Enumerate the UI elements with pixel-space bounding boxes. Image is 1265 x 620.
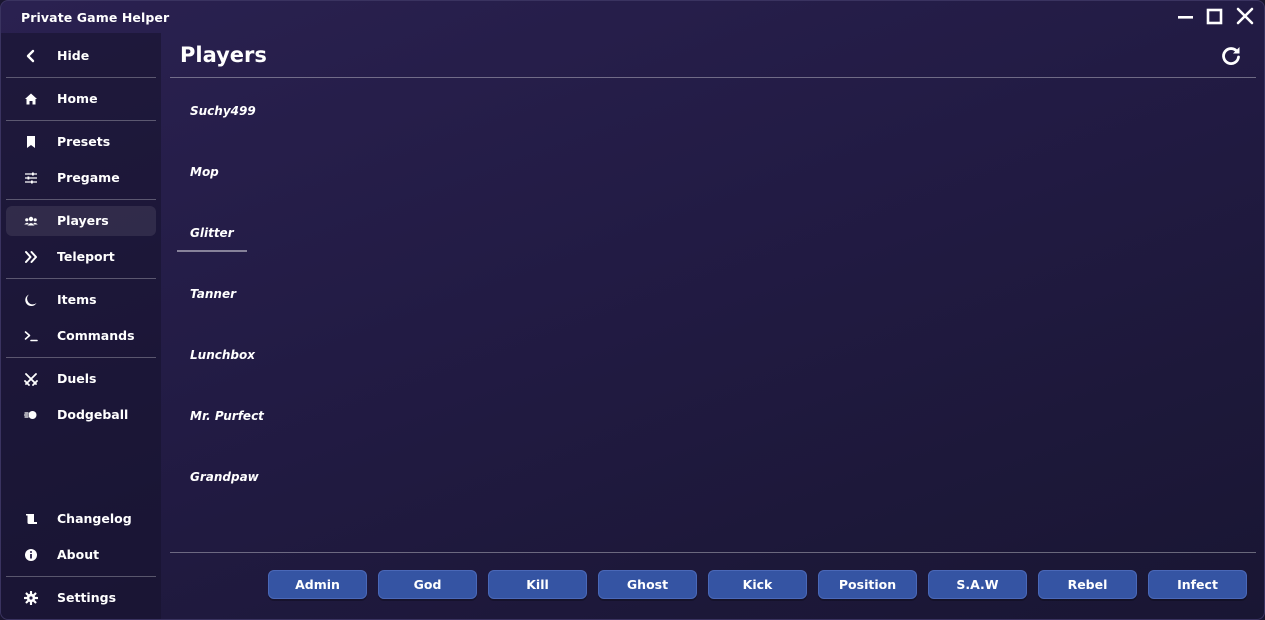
scroll-icon	[26, 514, 37, 524]
sidebar-item-label: Players	[57, 213, 109, 228]
app-window: Private Game Helper Hide Home Presets Pr…	[0, 0, 1265, 620]
sidebar-item-label: Presets	[57, 134, 111, 149]
sidebar-divider	[6, 576, 156, 577]
player-item[interactable]: Mr. Purfect	[190, 409, 264, 423]
sidebar-item-label: Changelog	[57, 511, 132, 526]
kill-button[interactable]: Kill	[488, 570, 587, 599]
player-item[interactable]: Lunchbox	[190, 348, 255, 362]
sidebar-item-about[interactable]: About	[6, 540, 156, 570]
sidebar-divider	[6, 120, 156, 121]
sidebar: Hide Home Presets Pregame Players Telepo…	[1, 33, 161, 619]
home-icon	[25, 93, 37, 105]
sidebar-item-pregame[interactable]: Pregame	[6, 163, 156, 193]
ball-icon	[24, 411, 37, 419]
terminal-icon	[24, 331, 38, 342]
position-button[interactable]: Position	[818, 570, 917, 599]
sidebar-item-commands[interactable]: Commands	[6, 321, 156, 351]
god-button[interactable]: God	[378, 570, 477, 599]
info-icon	[25, 549, 37, 561]
sidebar-divider	[6, 278, 156, 279]
selected-player-indicator	[177, 250, 247, 252]
sidebar-item-dodgeball[interactable]: Dodgeball	[6, 400, 156, 430]
rebel-button[interactable]: Rebel	[1038, 570, 1137, 599]
sidebar-divider	[6, 77, 156, 78]
footer-divider	[170, 552, 1256, 553]
sidebar-item-label: Dodgeball	[57, 407, 129, 422]
sidebar-item-items[interactable]: Items	[6, 285, 156, 315]
app-title: Private Game Helper	[21, 10, 170, 25]
sidebar-item-label: Commands	[57, 328, 135, 343]
sliders-icon	[25, 172, 37, 184]
sidebar-item-label: Teleport	[57, 249, 115, 264]
close-icon	[1236, 7, 1254, 25]
saw-button[interactable]: S.A.W	[928, 570, 1027, 599]
sidebar-item-settings[interactable]: Settings	[6, 583, 156, 613]
infect-button[interactable]: Infect	[1148, 570, 1247, 599]
refresh-button[interactable]	[1220, 45, 1242, 67]
crossed-swords-icon	[24, 373, 38, 386]
sidebar-item-presets[interactable]: Presets	[6, 127, 156, 157]
gear-icon	[24, 591, 38, 605]
sidebar-item-label: Items	[57, 292, 97, 307]
close-button[interactable]	[1234, 7, 1256, 27]
player-item[interactable]: Mop	[190, 165, 219, 179]
player-item[interactable]: Suchy499	[190, 104, 256, 118]
sidebar-item-label: Pregame	[57, 170, 120, 185]
minimize-button[interactable]	[1175, 7, 1197, 27]
maximize-button[interactable]	[1204, 7, 1226, 27]
sidebar-item-label: Duels	[57, 371, 97, 386]
bookmark-icon	[27, 136, 35, 148]
title-bar[interactable]: Private Game Helper	[1, 1, 1264, 33]
refresh-icon	[1222, 47, 1240, 65]
sidebar-item-changelog[interactable]: Changelog	[6, 504, 156, 534]
ghost-button[interactable]: Ghost	[598, 570, 697, 599]
moon-icon	[25, 294, 37, 307]
chevron-left-icon	[26, 49, 35, 63]
sidebar-item-duels[interactable]: Duels	[6, 364, 156, 394]
double-chevron-right-icon	[25, 251, 37, 263]
admin-button[interactable]: Admin	[268, 570, 367, 599]
sidebar-item-home[interactable]: Home	[6, 84, 156, 114]
sidebar-item-teleport[interactable]: Teleport	[6, 242, 156, 272]
sidebar-divider	[6, 357, 156, 358]
header-divider	[170, 77, 1256, 78]
player-item[interactable]: Grandpaw	[190, 470, 259, 484]
sidebar-item-label: About	[57, 547, 100, 562]
sidebar-item-label: Home	[57, 91, 98, 106]
sidebar-item-players[interactable]: Players	[6, 206, 156, 236]
minimize-icon	[1178, 16, 1193, 19]
player-item-selected[interactable]: Glitter	[190, 226, 234, 240]
sidebar-item-label: Settings	[57, 590, 117, 605]
page-title: Players	[180, 43, 267, 67]
maximize-icon	[1206, 8, 1223, 25]
sidebar-divider	[6, 199, 156, 200]
sidebar-item-hide[interactable]: Hide	[6, 41, 156, 71]
users-icon	[24, 216, 38, 226]
kick-button[interactable]: Kick	[708, 570, 807, 599]
sidebar-item-label: Hide	[57, 48, 90, 63]
player-item[interactable]: Tanner	[190, 287, 236, 301]
